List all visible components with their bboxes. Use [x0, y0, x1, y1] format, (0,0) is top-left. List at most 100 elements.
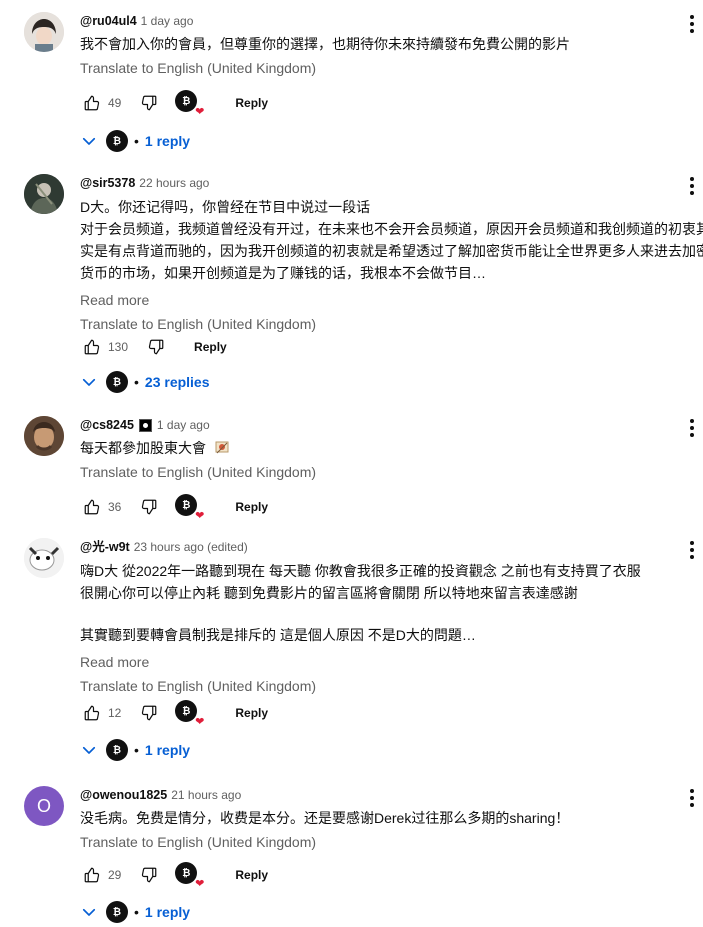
comment-actions: 49 ₿ ❤ Reply — [80, 88, 280, 118]
comment-line: 没毛病。免费是情分，收费是本分。还是要感谢Derek过往那么多期的sharing… — [80, 810, 570, 826]
view-replies-button[interactable]: ₿ • 23 replies — [80, 367, 210, 397]
creator-avatar-icon: ₿ — [106, 371, 128, 393]
dislike-icon[interactable] — [144, 335, 168, 359]
dislike-icon[interactable] — [137, 701, 161, 725]
comment-header: @ru04ul4 1 day ago — [80, 12, 703, 30]
like-count: 36 — [108, 500, 122, 514]
comment-time[interactable]: 21 hours ago — [171, 786, 241, 804]
comment-text: 每天都參加股東大會 — [80, 438, 703, 458]
like-count: 130 — [108, 340, 129, 354]
reply-button[interactable]: Reply — [223, 92, 280, 114]
read-more-link[interactable]: Read more — [80, 652, 703, 672]
dislike-icon[interactable] — [137, 91, 161, 115]
view-replies-button[interactable]: ₿ • 1 reply — [80, 735, 190, 765]
translate-link[interactable]: Translate to English (United Kingdom) — [80, 676, 703, 696]
comment-time[interactable]: 1 day ago — [141, 12, 194, 30]
comment-line: 每天都參加股東大會 — [80, 440, 206, 456]
comment-actions: 29 ₿ ❤ Reply — [80, 860, 280, 890]
comment-text: 没毛病。免费是情分，收费是本分。还是要感谢Derek过往那么多期的sharing… — [80, 808, 703, 828]
more-actions-icon[interactable] — [684, 12, 700, 36]
comment-time[interactable]: 23 hours ago (edited) — [134, 538, 248, 556]
replies-count[interactable]: 1 reply — [145, 904, 190, 920]
more-actions-icon[interactable] — [684, 174, 700, 198]
replies-count[interactable]: 1 reply — [145, 742, 190, 758]
reply-button[interactable]: Reply — [182, 336, 239, 358]
comment-text: D大。你还记得吗，你曾经在节目中说过一段话 对于会员频道，我频道曾经没有开过，在… — [80, 196, 703, 284]
comment-text: 嗨D大 從2022年一路聽到現在 每天聽 你教會我很多正確的投資觀念 之前也有支… — [80, 560, 703, 646]
avatar[interactable] — [24, 12, 64, 52]
replies-count[interactable]: 23 replies — [145, 374, 210, 390]
comment-body: @cs8245 1 day ago 每天都參加股東大會 Translate to… — [80, 416, 703, 482]
chevron-down-icon — [80, 741, 98, 759]
creator-avatar-icon: ₿ — [106, 130, 128, 152]
read-more-link[interactable]: Read more — [80, 290, 703, 310]
avatar[interactable] — [24, 538, 64, 578]
separator-dot: • — [134, 904, 139, 920]
comment-line: D大。你还记得吗，你曾经在节目中说过一段话 — [80, 199, 371, 215]
creator-heart-icon: ₿ ❤ — [175, 700, 204, 728]
replies-count[interactable]: 1 reply — [145, 133, 190, 149]
comment-author[interactable]: @ru04ul4 — [80, 12, 137, 30]
member-badge-icon — [138, 418, 152, 432]
more-actions-icon[interactable] — [684, 786, 700, 810]
comment-actions: 130 Reply — [80, 332, 239, 362]
chevron-down-icon — [80, 373, 98, 391]
chevron-down-icon — [80, 903, 98, 921]
dislike-icon[interactable] — [137, 863, 161, 887]
comment-line: 其實聽到要轉會員制我是排斥的 這是個人原因 不是D大的問題… — [80, 627, 476, 643]
reply-button[interactable]: Reply — [223, 496, 280, 518]
comment-line: 对于会员频道，我频道曾经没有开过，在未来也不会开会员频道，原因开会员频道和我创频… — [80, 221, 703, 237]
comment-actions: 36 ₿ ❤ Reply — [80, 492, 280, 522]
comment-text: 我不會加入你的會員，但尊重你的選擇，也期待你未來持續發布免費公開的影片 — [80, 34, 703, 54]
like-count: 49 — [108, 96, 122, 110]
emoji-icon — [214, 440, 232, 456]
reply-button[interactable]: Reply — [223, 702, 280, 724]
comment-line: 嗨D大 從2022年一路聽到現在 每天聽 你教會我很多正確的投資觀念 之前也有支… — [80, 563, 641, 579]
creator-heart-icon: ₿ ❤ — [175, 862, 204, 890]
comment-author[interactable]: @sir5378 — [80, 174, 135, 192]
comment-line: 我不會加入你的會員，但尊重你的選擇，也期待你未來持續發布免費公開的影片 — [80, 36, 570, 52]
more-actions-icon[interactable] — [684, 538, 700, 562]
translate-link[interactable]: Translate to English (United Kingdom) — [80, 832, 703, 852]
view-replies-button[interactable]: ₿ • 1 reply — [80, 897, 190, 927]
like-icon[interactable] — [80, 863, 104, 887]
comment-header: @owenou1825 21 hours ago — [80, 786, 703, 804]
separator-dot: • — [134, 374, 139, 390]
comment-line: 实是有点背道而驰的，因为我开创频道的初衷就是希望透过了解加密货币能让全世界更多人… — [80, 243, 703, 259]
like-icon[interactable] — [80, 495, 104, 519]
separator-dot: • — [134, 133, 139, 149]
separator-dot: • — [134, 742, 139, 758]
reply-button[interactable]: Reply — [223, 864, 280, 886]
translate-link[interactable]: Translate to English (United Kingdom) — [80, 58, 703, 78]
comment-author[interactable]: @cs8245 — [80, 416, 134, 434]
comment-author[interactable]: @owenou1825 — [80, 786, 167, 804]
like-count: 29 — [108, 868, 122, 882]
comment-time[interactable]: 1 day ago — [157, 416, 210, 434]
comment-body: @ru04ul4 1 day ago 我不會加入你的會員，但尊重你的選擇，也期待… — [80, 12, 703, 78]
comment-author[interactable]: @光-w9t — [80, 538, 130, 556]
more-actions-icon[interactable] — [684, 416, 700, 440]
avatar[interactable] — [24, 174, 64, 214]
like-icon[interactable] — [80, 701, 104, 725]
creator-heart-icon: ₿ ❤ — [175, 494, 204, 522]
comment-time[interactable]: 22 hours ago — [139, 174, 209, 192]
translate-link[interactable]: Translate to English (United Kingdom) — [80, 314, 703, 334]
like-count: 12 — [108, 706, 122, 720]
comment-line — [80, 604, 703, 624]
creator-avatar-icon: ₿ — [106, 739, 128, 761]
dislike-icon[interactable] — [137, 495, 161, 519]
avatar[interactable]: O — [24, 786, 64, 826]
comment-body: @光-w9t 23 hours ago (edited) 嗨D大 從2022年一… — [80, 538, 703, 696]
comment-header: @sir5378 22 hours ago — [80, 174, 703, 192]
like-icon[interactable] — [80, 335, 104, 359]
creator-heart-icon: ₿ ❤ — [175, 90, 204, 118]
avatar[interactable] — [24, 416, 64, 456]
comment-header: @光-w9t 23 hours ago (edited) — [80, 538, 703, 556]
comment-line: 很開心你可以停止內耗 聽到免費影片的留言區將會關閉 所以特地來留言表達感謝 — [80, 585, 578, 601]
translate-link[interactable]: Translate to English (United Kingdom) — [80, 462, 703, 482]
comment-header: @cs8245 1 day ago — [80, 416, 703, 434]
like-icon[interactable] — [80, 91, 104, 115]
chevron-down-icon — [80, 132, 98, 150]
comment-actions: 12 ₿ ❤ Reply — [80, 698, 280, 728]
view-replies-button[interactable]: ₿ • 1 reply — [80, 126, 190, 156]
